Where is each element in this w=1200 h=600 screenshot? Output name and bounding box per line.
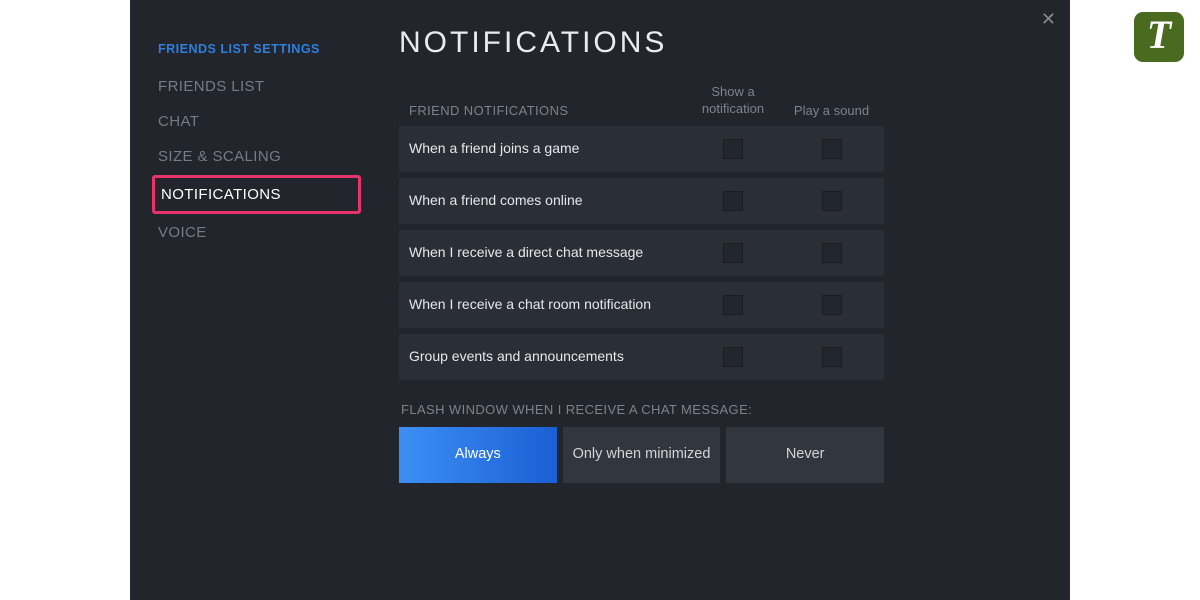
checkbox-show-notification[interactable]	[723, 295, 743, 315]
table-row: Group events and announcements	[399, 334, 884, 380]
table-row: When I receive a chat room notification	[399, 282, 884, 328]
flash-option-label: Always	[455, 445, 501, 464]
close-icon[interactable]: ✕	[1041, 10, 1056, 28]
flash-option-only-minimized[interactable]: Only when minimized	[563, 427, 721, 483]
table-row: When I receive a direct chat message	[399, 230, 884, 276]
checkbox-show-notification[interactable]	[723, 347, 743, 367]
table-header: FRIEND NOTIFICATIONS Show a notification…	[399, 84, 884, 126]
column-header-show: Show a notification	[687, 84, 779, 118]
column-header-sound: Play a sound	[779, 103, 884, 118]
row-label: When I receive a chat room notification	[399, 295, 687, 314]
settings-window: ✕ FRIENDS LIST SETTINGS FRIENDS LIST CHA…	[130, 0, 1070, 600]
sidebar-item-label: VOICE	[158, 224, 207, 241]
table-row: When a friend joins a game	[399, 126, 884, 172]
notifications-table: FRIEND NOTIFICATIONS Show a notification…	[399, 84, 884, 380]
flash-option-never[interactable]: Never	[726, 427, 884, 483]
row-label: Group events and announcements	[399, 347, 687, 366]
flash-option-always[interactable]: Always	[399, 427, 557, 483]
table-row: When a friend comes online	[399, 178, 884, 224]
checkbox-play-sound[interactable]	[822, 243, 842, 263]
flash-window-section: FLASH WINDOW WHEN I RECEIVE A CHAT MESSA…	[399, 402, 884, 483]
sidebar-item-notifications[interactable]: NOTIFICATIONS	[152, 175, 361, 214]
sidebar-item-voice[interactable]: VOICE	[152, 216, 365, 249]
sidebar-item-label: FRIENDS LIST	[158, 78, 264, 95]
sidebar-item-friends-list[interactable]: FRIENDS LIST	[152, 70, 365, 103]
flash-option-label: Only when minimized	[573, 445, 711, 464]
row-label: When a friend comes online	[399, 191, 687, 210]
sidebar: FRIENDS LIST SETTINGS FRIENDS LIST CHAT …	[130, 0, 375, 600]
checkbox-show-notification[interactable]	[723, 191, 743, 211]
checkbox-show-notification[interactable]	[723, 139, 743, 159]
brand-logo-letter: T	[1147, 15, 1171, 55]
sidebar-item-label: SIZE & SCALING	[158, 148, 281, 165]
row-label: When I receive a direct chat message	[399, 243, 687, 262]
sidebar-item-label: NOTIFICATIONS	[161, 186, 281, 203]
sidebar-title: FRIENDS LIST SETTINGS	[152, 42, 365, 56]
column-header-section: FRIEND NOTIFICATIONS	[399, 103, 687, 118]
brand-logo-badge: T	[1134, 12, 1184, 62]
sidebar-item-label: CHAT	[158, 113, 199, 130]
checkbox-show-notification[interactable]	[723, 243, 743, 263]
checkbox-play-sound[interactable]	[822, 295, 842, 315]
checkbox-play-sound[interactable]	[822, 347, 842, 367]
checkbox-play-sound[interactable]	[822, 191, 842, 211]
main-content: NOTIFICATIONS FRIEND NOTIFICATIONS Show …	[375, 0, 1070, 600]
flash-option-label: Never	[786, 445, 825, 464]
flash-window-options: Always Only when minimized Never	[399, 427, 884, 483]
sidebar-item-size-scaling[interactable]: SIZE & SCALING	[152, 140, 365, 173]
flash-window-label: FLASH WINDOW WHEN I RECEIVE A CHAT MESSA…	[399, 402, 884, 417]
page-title: NOTIFICATIONS	[399, 26, 1030, 60]
sidebar-item-chat[interactable]: CHAT	[152, 105, 365, 138]
row-label: When a friend joins a game	[399, 139, 687, 158]
checkbox-play-sound[interactable]	[822, 139, 842, 159]
